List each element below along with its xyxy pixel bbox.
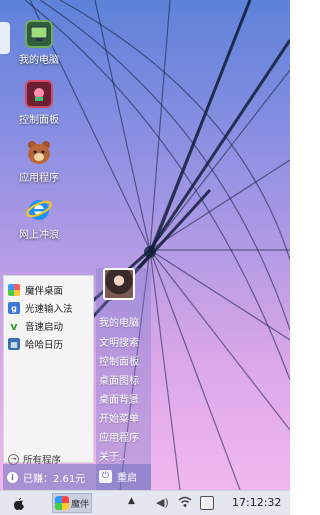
desktop-icon-control-panel[interactable]: 控制面板: [6, 80, 72, 126]
wifi-icon[interactable]: [178, 496, 192, 511]
v-launcher-icon: v: [10, 319, 18, 333]
start-button[interactable]: [10, 495, 26, 511]
start-menu-footer: i 已赚：2.61元 ⏻ 重启: [3, 464, 151, 490]
earned-label: 已赚：2.61元: [23, 474, 86, 485]
clock: 17:12:32: [232, 496, 282, 509]
link-about[interactable]: 关于..: [99, 448, 125, 463]
restart-button[interactable]: ⏻ 重启: [99, 469, 137, 484]
power-icon: ⏻: [99, 470, 112, 483]
program-label: 魔伴桌面: [25, 286, 64, 297]
link-control-panel[interactable]: 控制面板: [99, 353, 139, 368]
arrow-right-icon: →: [8, 453, 19, 465]
link-applications[interactable]: 应用程序: [99, 429, 139, 444]
start-menu: 魔伴桌面 g 光速输入法 v 音速启动 ▦ 哈哈日历 → 所有程序 我的电脑 文…: [3, 268, 151, 490]
program-label: 哈哈日历: [25, 340, 64, 351]
tray-expand-icon[interactable]: ▲: [128, 496, 135, 506]
computer-icon: [25, 20, 53, 48]
link-desktop-background[interactable]: 桌面背景: [99, 391, 139, 406]
taskbar: 魔伴 ▲ ◀) 17:12:32: [0, 490, 290, 515]
taskbar-item-label: 魔伴: [71, 499, 90, 510]
user-avatar[interactable]: [103, 268, 135, 300]
program-item[interactable]: ▦ 哈哈日历: [8, 337, 63, 351]
desktop-icon-label: 应用程序: [19, 173, 59, 184]
link-desktop-icons[interactable]: 桌面图标: [99, 372, 139, 387]
restart-label: 重启: [117, 473, 137, 484]
desktop-icon-my-computer[interactable]: 我的电脑: [6, 20, 72, 66]
apps-bear-icon: [25, 138, 53, 166]
link-my-computer[interactable]: 我的电脑: [99, 314, 139, 329]
apple-icon: [14, 498, 24, 510]
link-search[interactable]: 文明搜索: [99, 334, 139, 349]
control-panel-icon: [25, 80, 53, 108]
pinwheel-icon: [55, 496, 69, 510]
program-label: 光速输入法: [25, 304, 73, 315]
program-label: 音速启动: [25, 322, 64, 333]
taskbar-item-moban[interactable]: 魔伴: [52, 493, 92, 513]
program-item[interactable]: g 光速输入法: [8, 301, 73, 315]
start-menu-programs-panel: 魔伴桌面 g 光速输入法 v 音速启动 ▦ 哈哈日历 → 所有程序: [3, 275, 94, 466]
desktop-icon-apps[interactable]: 应用程序: [6, 138, 72, 184]
desktop-icon-internet[interactable]: 网上冲浪: [6, 195, 72, 241]
earned-info[interactable]: i 已赚：2.61元: [7, 470, 85, 485]
battery-icon[interactable]: [200, 496, 214, 510]
volume-icon[interactable]: ◀): [156, 496, 169, 509]
desktop-icon-label: 网上冲浪: [19, 230, 59, 241]
program-item[interactable]: v 音速启动: [8, 319, 64, 334]
desktop-icon-label: 控制面板: [19, 115, 59, 126]
pinwheel-icon: [8, 284, 20, 296]
desktop-icon-label: 我的电脑: [19, 55, 59, 66]
internet-explorer-icon: [25, 195, 53, 223]
info-icon: i: [7, 472, 18, 483]
calendar-icon: ▦: [8, 338, 20, 350]
program-item[interactable]: 魔伴桌面: [8, 283, 63, 297]
g-keyboard-icon: g: [8, 302, 20, 314]
link-start-menu[interactable]: 开始菜单: [99, 410, 139, 425]
